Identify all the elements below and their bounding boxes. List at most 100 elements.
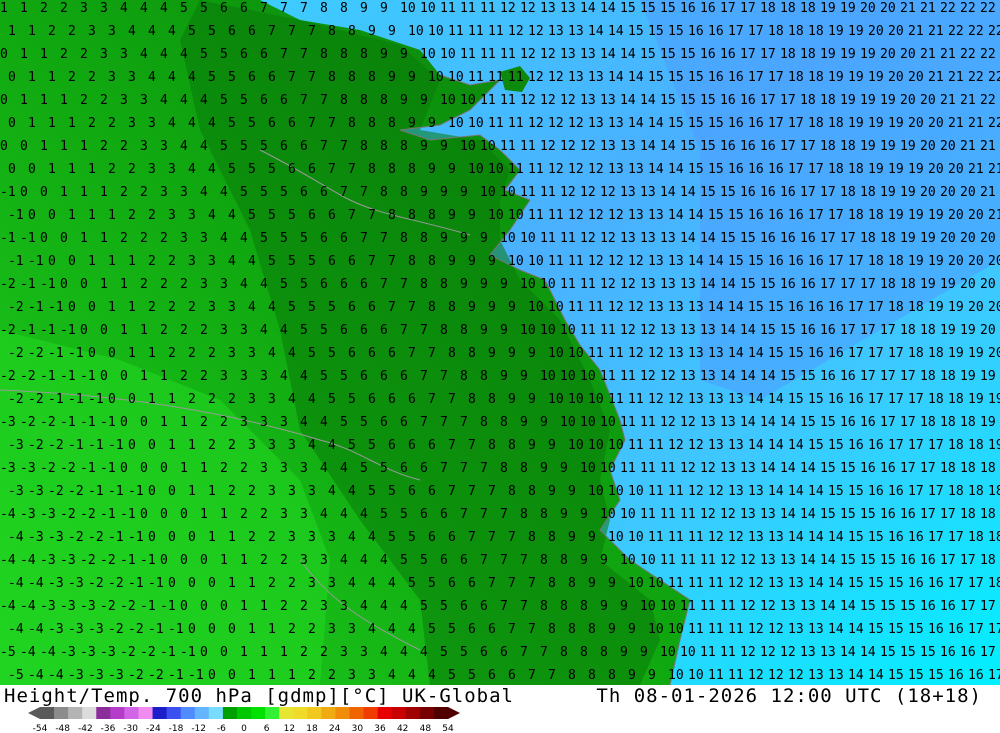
temperature-label: 19: [940, 277, 956, 292]
temperature-label: 17: [908, 438, 924, 453]
temperature-label: 4: [180, 47, 188, 62]
temperature-label: 12: [600, 277, 616, 292]
temperature-label: 15: [760, 323, 776, 338]
temperature-label: 17: [940, 553, 956, 568]
temperature-label: 15: [868, 622, 884, 637]
temperature-label: 1: [68, 208, 76, 223]
temperature-label: 1: [28, 116, 36, 131]
temperature-label: 20: [980, 277, 996, 292]
temperature-label: 2: [140, 277, 148, 292]
temperature-label: 17: [860, 323, 876, 338]
temperature-label: 19: [900, 185, 916, 200]
temperature-label: 14: [848, 668, 864, 683]
temperature-label: 17: [740, 1, 756, 16]
temperature-label: -4: [28, 668, 44, 683]
temperature-label: 9: [460, 185, 468, 200]
temperature-label: 18: [928, 392, 944, 407]
temperature-label: 4: [360, 599, 368, 614]
temperature-label: 7: [468, 438, 476, 453]
temperature-label: 15: [760, 277, 776, 292]
temperature-label: 9: [508, 300, 516, 315]
temperature-label: 4: [260, 277, 268, 292]
temperature-label: 3: [348, 668, 356, 683]
temperature-label: 3: [248, 392, 256, 407]
temperature-label: -2: [108, 622, 124, 637]
temperature-label: 6: [420, 507, 428, 522]
temperature-label: 9: [640, 645, 648, 660]
temperature-label: -3: [8, 484, 24, 499]
colorbar-swatch: [251, 707, 266, 719]
temperature-label: 3: [128, 116, 136, 131]
temperature-label: 19: [880, 93, 896, 108]
temperature-label: 4: [368, 576, 376, 591]
temperature-label: 8: [548, 530, 556, 545]
temperature-label: 9: [448, 208, 456, 223]
temperature-label: 1: [248, 622, 256, 637]
temperature-label: 18: [968, 530, 984, 545]
temperature-label: 5: [368, 438, 376, 453]
temperature-label: 1: [8, 24, 16, 39]
temperature-label: 2: [180, 369, 188, 384]
temperature-label: 17: [880, 415, 896, 430]
temperature-label: 6: [360, 277, 368, 292]
temperature-label: 16: [688, 24, 704, 39]
temperature-label: 8: [388, 208, 396, 223]
temperature-label: 13: [748, 530, 764, 545]
temperature-label: 10: [460, 139, 476, 154]
temperature-label: -1: [160, 599, 176, 614]
temperature-label: 17: [760, 93, 776, 108]
temperature-label: 4: [400, 645, 408, 660]
temperature-label: 0: [220, 599, 228, 614]
temperature-label: 9: [500, 277, 508, 292]
temperature-label: 1: [48, 162, 56, 177]
map-svg: 1 1 2 2 3 3 4 4 4 5 5 6 6 7 7 7 8 8 9 9 10 10 11 11 11 12 12 13 13 14…: [0, 0, 1000, 685]
temperature-label: 18: [940, 461, 956, 476]
colorbar-arrow-left: [28, 707, 40, 719]
temperature-label: -3: [60, 553, 76, 568]
colorbar-swatch: [222, 707, 238, 719]
temperature-label: 14: [728, 300, 744, 315]
temperature-label: 6: [228, 24, 236, 39]
temperature-label: 2: [248, 530, 256, 545]
temperature-label: 6: [320, 231, 328, 246]
temperature-label: 5: [288, 254, 296, 269]
temperature-label: -1: [160, 645, 176, 660]
temperature-label: 13: [688, 392, 704, 407]
temperature-label: 15: [880, 645, 896, 660]
temperature-label: 16: [920, 599, 936, 614]
temperature-label: 1: [140, 323, 148, 338]
temperature-label: 4: [180, 139, 188, 154]
temperature-label: 11: [440, 1, 456, 16]
temperature-label: -1: [48, 346, 64, 361]
temperature-label: 9: [600, 553, 608, 568]
temperature-label: 13: [640, 185, 656, 200]
temperature-label: 17: [980, 645, 996, 660]
temperature-label: -1: [40, 277, 56, 292]
temperature-label: 12: [540, 93, 556, 108]
temperature-label: 15: [800, 415, 816, 430]
temperature-label: 9: [420, 185, 428, 200]
temperature-label: 8: [400, 139, 408, 154]
temperature-label: 16: [780, 231, 796, 246]
temperature-label: 5: [220, 47, 228, 62]
temperature-label: 7: [388, 300, 396, 315]
temperature-label: 15: [880, 599, 896, 614]
temperature-label: -4: [0, 553, 16, 568]
temperature-label: 1: [148, 346, 156, 361]
temperature-label: 0: [160, 553, 168, 568]
temperature-label: 10: [580, 415, 596, 430]
temperature-label: 1: [260, 645, 268, 660]
temperature-label: 21: [940, 47, 956, 62]
temperature-label: 6: [240, 47, 248, 62]
temperature-label: 3: [108, 24, 116, 39]
temperature-label: 19: [980, 415, 996, 430]
temperature-label: 2: [140, 231, 148, 246]
temperature-label: -2: [68, 484, 84, 499]
temperature-label: 3: [340, 645, 348, 660]
temperature-label: 17: [788, 116, 804, 131]
temperature-label: -2: [88, 576, 104, 591]
temperature-label: 7: [460, 507, 468, 522]
colorbar-tick-label: -12: [191, 724, 206, 733]
temperature-label: 4: [288, 346, 296, 361]
temperature-label: 6: [380, 323, 388, 338]
